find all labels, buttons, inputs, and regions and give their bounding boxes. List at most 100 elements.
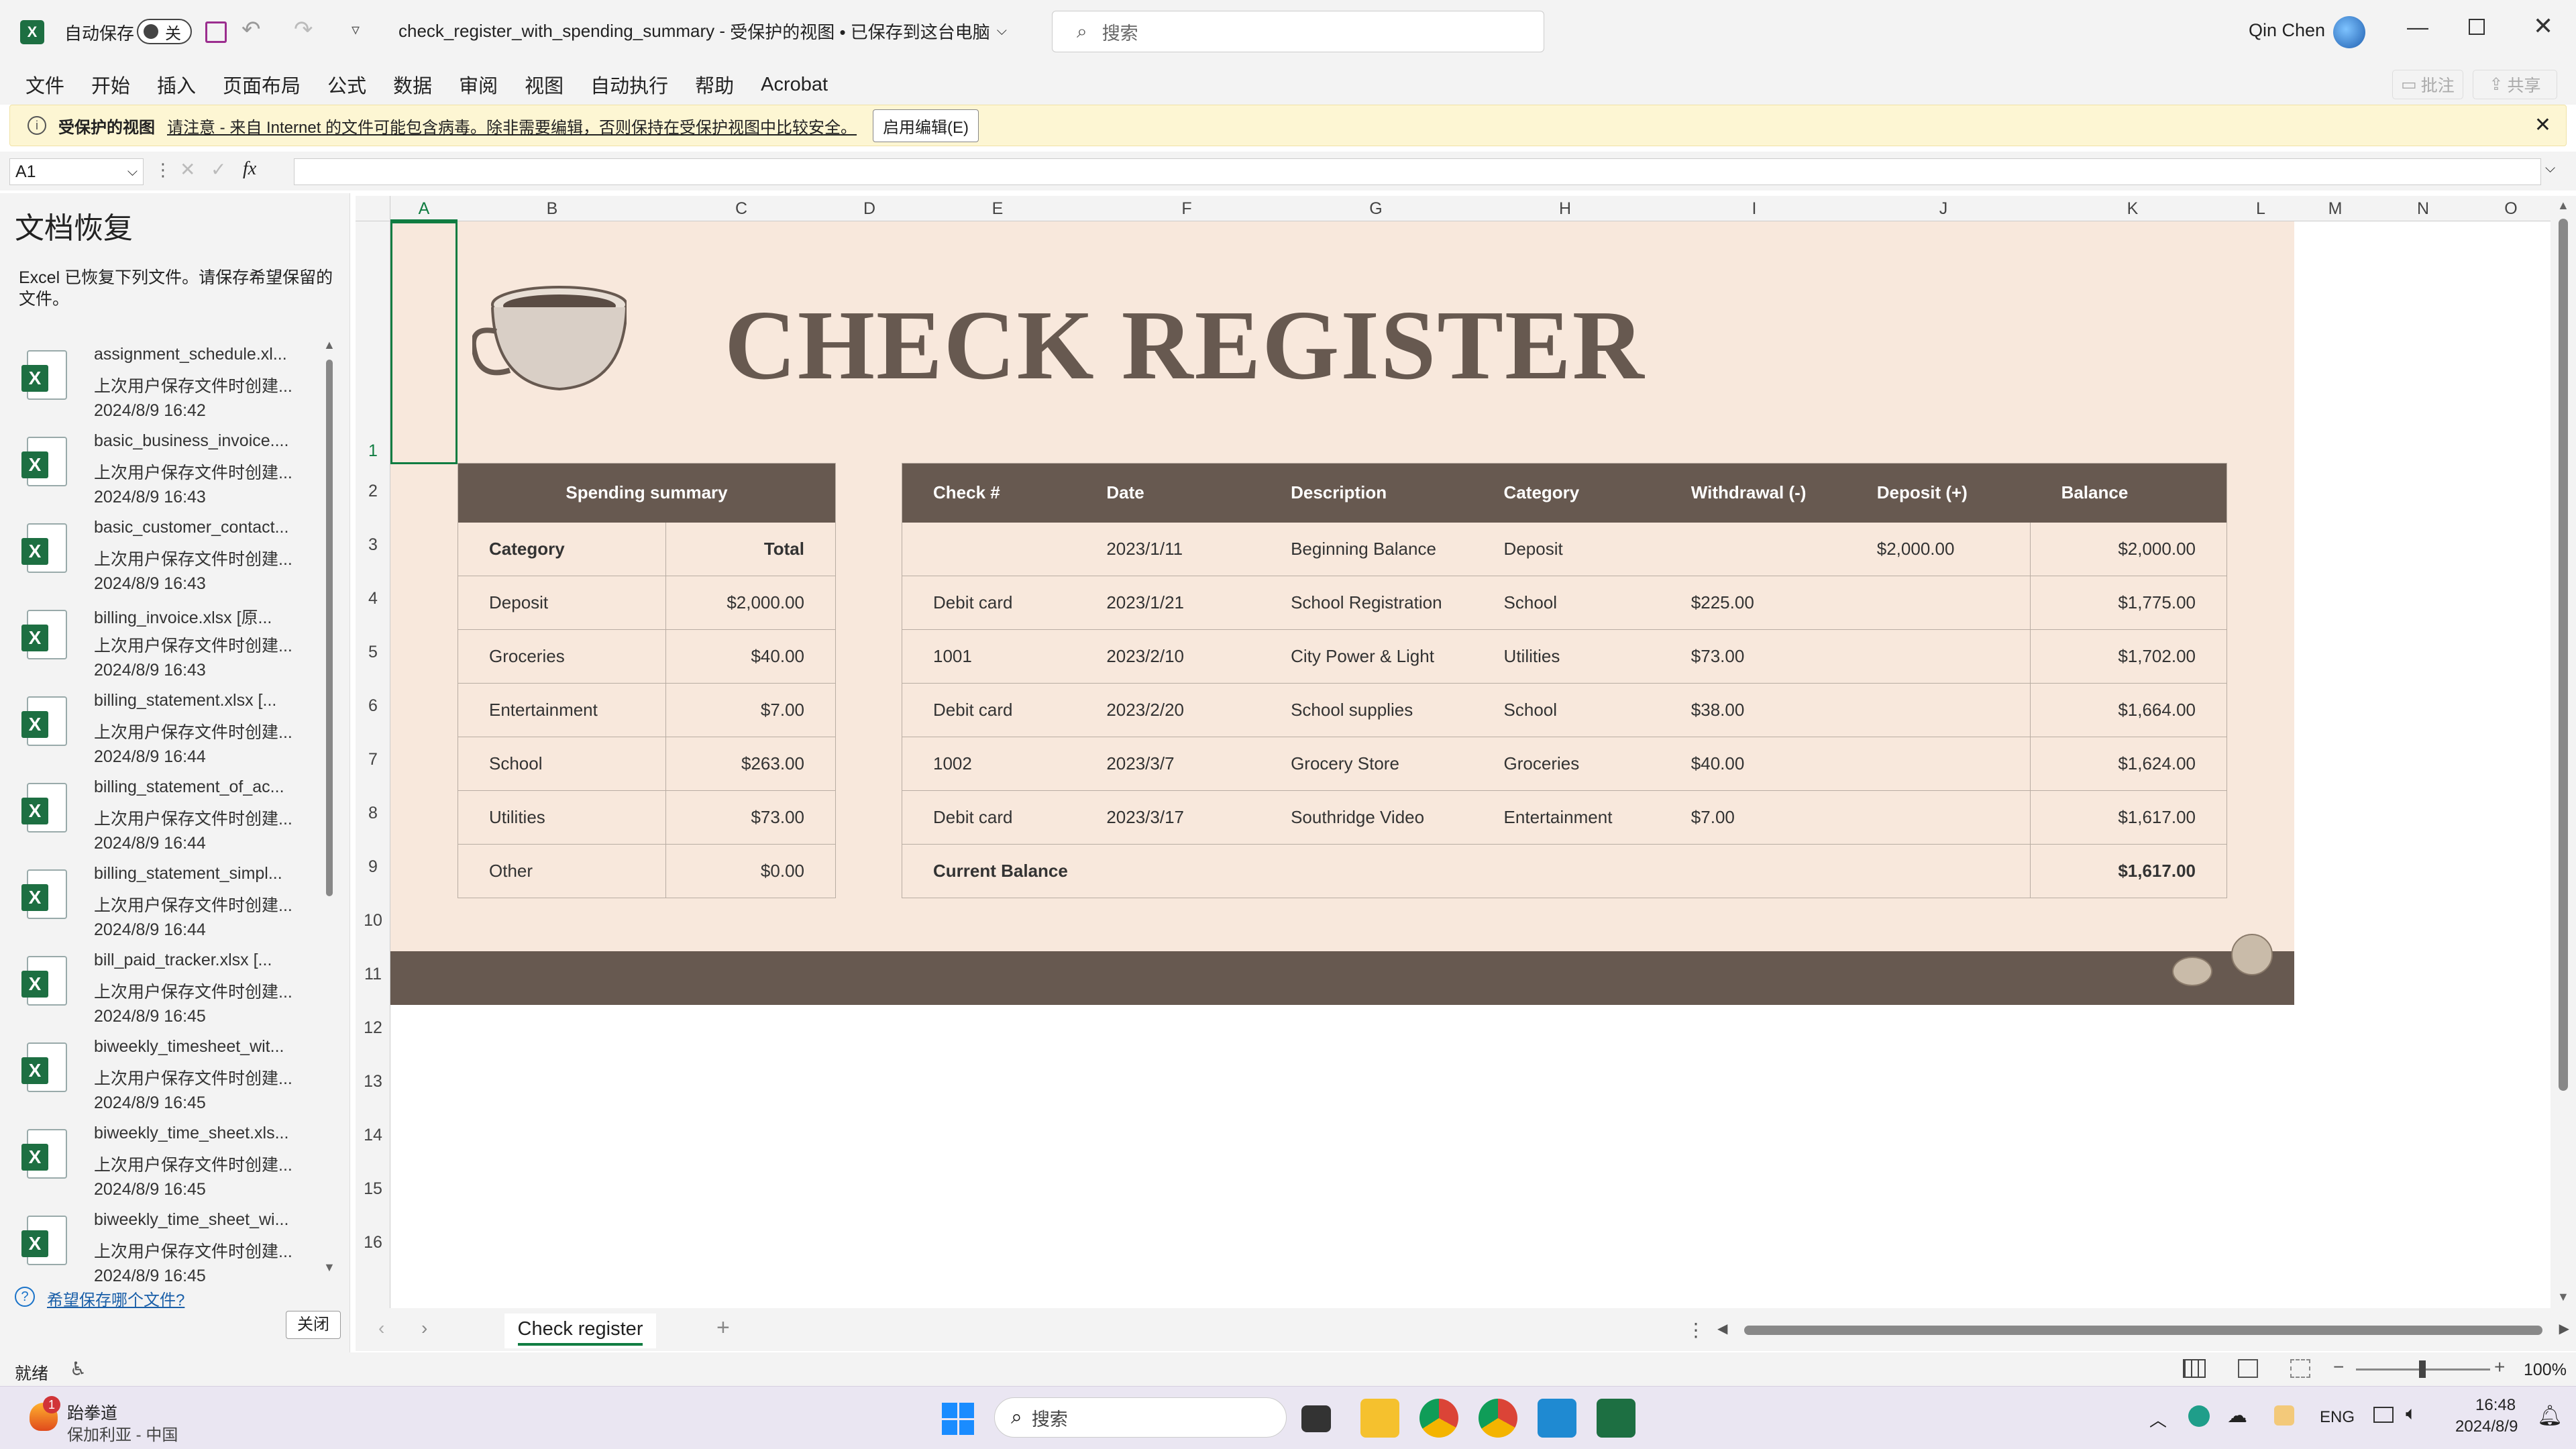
column-header-i[interactable]: I [1660,196,1849,221]
select-all-corner[interactable] [356,196,390,221]
recovery-file-item[interactable]: Xbilling_statement_simpl... 上次用户保存文件时创建..… [20,860,315,946]
column-header-j[interactable]: J [1849,196,2038,221]
insert-function-icon[interactable]: fx [243,158,256,180]
summary-row[interactable]: Groceries $40.00 [458,629,836,684]
horizontal-scrollbar[interactable]: ◀ ▶ [1717,1322,2569,1338]
undo-icon[interactable]: ↶ [241,16,261,43]
search-box[interactable]: ⌕ 搜索 [1052,11,1544,52]
column-header-c[interactable]: C [647,196,836,221]
zoom-level[interactable]: 100% [2524,1360,2567,1380]
vscode-icon[interactable] [1538,1399,1576,1438]
row-header-10[interactable]: 10 [356,894,390,947]
file-explorer-icon[interactable] [1360,1399,1399,1438]
row-header-13[interactable]: 13 [356,1055,390,1108]
register-row[interactable]: Debit card 2023/1/21 School Registration Sc… [902,576,2227,630]
tray-app-icon[interactable] [2274,1405,2294,1426]
scroll-up-icon[interactable]: ▲ [2557,199,2569,213]
scroll-down-icon[interactable]: ▼ [2557,1290,2569,1304]
row-header-6[interactable]: 6 [356,679,390,733]
restore-icon[interactable] [2469,19,2485,35]
cancel-icon[interactable]: ✕ [180,158,195,180]
scroll-left-icon[interactable]: ◀ [1717,1320,1727,1337]
recovery-file-item[interactable]: Xbiweekly_time_sheet.xls... 上次用户保存文件时创建..… [20,1120,315,1205]
register-row[interactable]: Debit card 2023/3/17 Southridge Video Enter… [902,790,2227,845]
menu-data[interactable]: 数据 [393,70,432,99]
summary-row[interactable]: Entertainment $7.00 [458,683,836,737]
menu-automate[interactable]: 自动执行 [590,70,668,99]
menu-formulas[interactable]: 公式 [327,70,366,99]
comments-button[interactable]: ▭ 批注 [2392,70,2463,99]
recovery-close-button[interactable]: 关闭 [286,1311,341,1339]
enter-icon[interactable]: ✓ [211,158,226,180]
accessibility-icon[interactable]: ♿ [70,1358,87,1380]
menu-home[interactable]: 开始 [91,70,130,99]
share-button[interactable]: ⇪ 共享 [2473,70,2557,99]
volume-icon[interactable]: 🔈︎ [2406,1403,2417,1425]
taskbar-search[interactable]: ⌕ 搜索 [994,1397,1287,1438]
recovery-file-item[interactable]: Xbill_paid_tracker.xlsx [... 上次用户保存文件时创建.… [20,947,315,1032]
scroll-right-icon[interactable]: ▶ [2559,1320,2569,1337]
recovery-file-item[interactable]: Xassignment_schedule.xl... 上次用户保存文件时创建...… [20,341,315,427]
scroll-thumb[interactable] [326,360,333,896]
page-layout-icon[interactable] [2238,1359,2258,1378]
recovery-file-item[interactable]: Xbiweekly_time_sheet_wi... 上次用户保存文件时创建...… [20,1206,315,1292]
task-view-icon[interactable] [1301,1405,1331,1432]
column-header-f[interactable]: F [1092,196,1281,221]
row-header-14[interactable]: 14 [356,1108,390,1162]
column-header-h[interactable]: H [1470,196,1660,221]
zoom-thumb[interactable] [2419,1360,2426,1378]
recovery-file-item[interactable]: Xbilling_statement.xlsx [... 上次用户保存文件时创建.… [20,687,315,773]
clock-time[interactable]: 16:48 [2475,1396,2516,1415]
recovery-file-item[interactable]: Xbasic_business_invoice.... 上次用户保存文件时创建..… [20,427,315,513]
column-header-n[interactable]: N [2376,196,2470,221]
menu-help[interactable]: 帮助 [695,70,734,99]
avatar[interactable] [2333,16,2365,48]
customize-qat-icon[interactable]: ▿ [352,20,360,40]
more-icon[interactable]: ⋮ [154,160,172,180]
scroll-thumb[interactable] [1744,1326,2542,1335]
row-header-2[interactable]: 2 [356,464,390,518]
chrome-icon[interactable] [1419,1399,1458,1438]
enable-editing-button[interactable]: 启用编辑(E) [873,109,979,142]
vertical-scrollbar[interactable]: ▲ ▼ [2551,196,2576,1308]
onedrive-icon[interactable]: ☁ [2227,1404,2247,1428]
summary-row[interactable]: Utilities $73.00 [458,790,836,845]
add-sheet-icon[interactable]: + [716,1315,730,1341]
summary-row[interactable]: School $263.00 [458,737,836,791]
minimize-icon[interactable]: — [2407,15,2428,40]
start-windows-icon[interactable] [942,1403,974,1435]
scroll-up-icon[interactable]: ▲ [323,338,335,352]
notification-bell-icon[interactable]: 🔔︎ [2537,1404,2563,1428]
sheet-tab-check-register[interactable]: Check register [504,1313,656,1348]
row-header-8[interactable]: 8 [356,786,390,840]
register-row[interactable]: 1001 2023/2/10 City Power & Light Utilities… [902,629,2227,684]
row-header-11[interactable]: 11 [356,947,390,1001]
row-header-1[interactable]: 1 [356,221,390,464]
row-header-3[interactable]: 3 [356,518,390,572]
expand-formula-icon[interactable]: ⌵ [2545,161,2555,176]
selected-cell[interactable] [390,221,458,464]
zoom-slider[interactable] [2356,1360,2490,1378]
zoom-out-icon[interactable]: − [2333,1356,2344,1378]
menu-acrobat[interactable]: Acrobat [761,74,828,96]
row-header-7[interactable]: 7 [356,733,390,786]
close-bar-icon[interactable]: ✕ [2534,113,2551,137]
recovery-file-item[interactable]: Xbilling_invoice.xlsx [原... 上次用户保存文件时创建..… [20,600,315,686]
menu-file[interactable]: 文件 [25,70,64,99]
scroll-thumb[interactable] [2559,219,2568,1091]
column-header-d[interactable]: D [836,196,903,221]
column-header-b[interactable]: B [458,196,647,221]
column-header-k[interactable]: K [2038,196,2227,221]
summary-row[interactable]: Other $0.00 [458,844,836,898]
row-header-4[interactable]: 4 [356,572,390,625]
recovery-scrollbar[interactable]: ▲ ▼ [323,338,335,1274]
user-name[interactable]: Qin Chen [2249,20,2325,41]
excel-taskbar-icon[interactable] [1597,1399,1635,1438]
close-window-icon[interactable]: ✕ [2533,12,2553,40]
scroll-down-icon[interactable]: ▼ [323,1260,335,1275]
prev-sheet-icon[interactable]: ‹ [378,1318,384,1339]
column-header-m[interactable]: M [2294,196,2376,221]
row-header-16[interactable]: 16 [356,1216,390,1269]
edge-tray-icon[interactable] [2188,1405,2210,1427]
menu-insert[interactable]: 插入 [157,70,196,99]
